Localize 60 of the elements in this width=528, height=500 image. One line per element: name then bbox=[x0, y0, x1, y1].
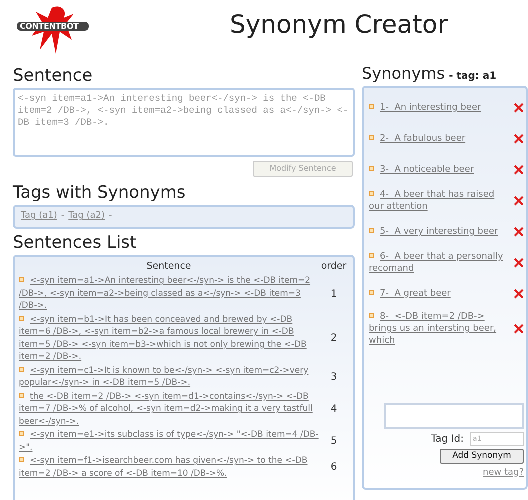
order-cell-text: 2 bbox=[330, 332, 338, 346]
tag-id-label: Tag Id: bbox=[431, 432, 464, 446]
tag-link[interactable]: Tag (a2) bbox=[68, 210, 105, 224]
synonym-link[interactable]: 5- A very interesting beer bbox=[369, 226, 510, 238]
order-cell-text: 3 bbox=[330, 370, 338, 385]
sentence-link[interactable]: <-syn item=f1->isearchbeer.com has given<-/syn-> to the <-DB item=2 /DB-> a score of <-DB item=10 /DB->%. bbox=[19, 455, 319, 480]
section-heading: Sentence bbox=[13, 66, 94, 86]
synonym-link[interactable]: 3- A noticeable beer bbox=[369, 164, 510, 176]
synonym-link[interactable]: 2- A fabulous beer bbox=[369, 133, 510, 145]
synonym-link[interactable]: 8- <-DB item=2 /DB-> brings us an intersting beer, which bbox=[369, 311, 510, 347]
column-header: order bbox=[320, 260, 348, 274]
section-heading: Sentences List bbox=[13, 233, 138, 253]
order-cell-text: 4 bbox=[330, 403, 338, 417]
sentence-link[interactable]: <-syn item=e1->its subclass is of type<-/syn-> "<-DB item=4 /DB->". bbox=[19, 429, 319, 454]
delete-icon[interactable] bbox=[514, 196, 524, 206]
new-tag-link[interactable]: new tag? bbox=[483, 466, 524, 480]
bullet-icon bbox=[369, 253, 374, 258]
page-title: Synonym Creator bbox=[230, 9, 448, 41]
order-cell-text: 1 bbox=[330, 288, 338, 302]
synonym-link[interactable]: 4- A beer that has raised our attention bbox=[369, 189, 510, 213]
add-synonym-button[interactable]: Add Synonym bbox=[440, 448, 524, 464]
bullet-icon bbox=[19, 431, 24, 436]
sentence-link[interactable]: <-syn item=c1->It is known to be<-/syn-> <-syn item=c2->very popular<-/syn-> in <-DB item=5 /DB->. bbox=[19, 364, 319, 390]
separator-text: - bbox=[109, 210, 112, 224]
bullet-icon bbox=[369, 104, 374, 109]
bullet-icon bbox=[369, 135, 374, 140]
section-heading: Tags with Synonyms bbox=[13, 183, 187, 203]
bullet-icon bbox=[369, 166, 374, 171]
bullet-icon bbox=[19, 392, 24, 398]
delete-icon[interactable] bbox=[514, 227, 524, 237]
column-header: Sentence bbox=[146, 260, 192, 274]
delete-icon[interactable] bbox=[514, 289, 524, 299]
delete-icon[interactable] bbox=[514, 165, 524, 175]
synonym-link[interactable]: 1- An interesting beer bbox=[369, 102, 510, 114]
sentence-link[interactable]: <-syn item=b1->It has been conceaved and brewed by <-DB item=6 /DB->, <-syn item=b2->a famous local brewery in <-DB item=5 /DB-> <-syn item=b3->which is not only brewing the <-DB item=2 /DB->. bbox=[19, 314, 319, 364]
delete-icon[interactable] bbox=[514, 324, 524, 334]
section-heading: Synonyms bbox=[362, 64, 446, 84]
synonym-field[interactable] bbox=[384, 402, 524, 428]
logo-text: CONTENTBOT bbox=[20, 21, 79, 33]
order-cell-text: 5 bbox=[330, 435, 338, 450]
bullet-icon bbox=[369, 228, 374, 233]
delete-icon[interactable] bbox=[514, 103, 524, 113]
bullet-icon bbox=[19, 366, 24, 372]
bullet-icon bbox=[19, 457, 24, 462]
tag-link[interactable]: Tag (a1) bbox=[21, 210, 58, 224]
separator-text: - bbox=[61, 210, 65, 224]
bullet-icon bbox=[369, 313, 374, 318]
sentence-link[interactable]: <-syn item=a1->An interesting beer<-/syn-> is the <-DB item=2 /DB->, <-syn item=a2->being classed as a<-/syn-> <-DB item=3 /DB->. bbox=[19, 275, 319, 313]
delete-icon[interactable] bbox=[514, 134, 524, 144]
synonym-link[interactable]: 6- A beer that a personally recomand bbox=[369, 251, 510, 275]
bullet-icon bbox=[19, 316, 24, 321]
bullet-icon bbox=[19, 277, 24, 282]
sentence-field[interactable]: <-syn item=a1->An interesting beer<-/syn-> is the <-DB item=2 /DB->, <-syn item=a2->being classed as a<-/syn-> <-DB item=3 /DB->. bbox=[13, 88, 355, 157]
tag-label: - tag: a1 bbox=[449, 70, 497, 84]
synonym-link[interactable]: 7- A great beer bbox=[369, 288, 510, 300]
order-cell-text: 6 bbox=[330, 461, 338, 476]
sentence-link[interactable]: the <-DB item=2 /DB-> <-syn item=d1->contains<-/syn-> <-DB item=7 /DB->% of alcohol, <-syn item=d2->making it a very tastfull beer<-/syn->. bbox=[19, 390, 319, 428]
delete-icon[interactable] bbox=[514, 258, 524, 268]
bullet-icon bbox=[369, 290, 374, 295]
bullet-icon bbox=[369, 191, 374, 196]
